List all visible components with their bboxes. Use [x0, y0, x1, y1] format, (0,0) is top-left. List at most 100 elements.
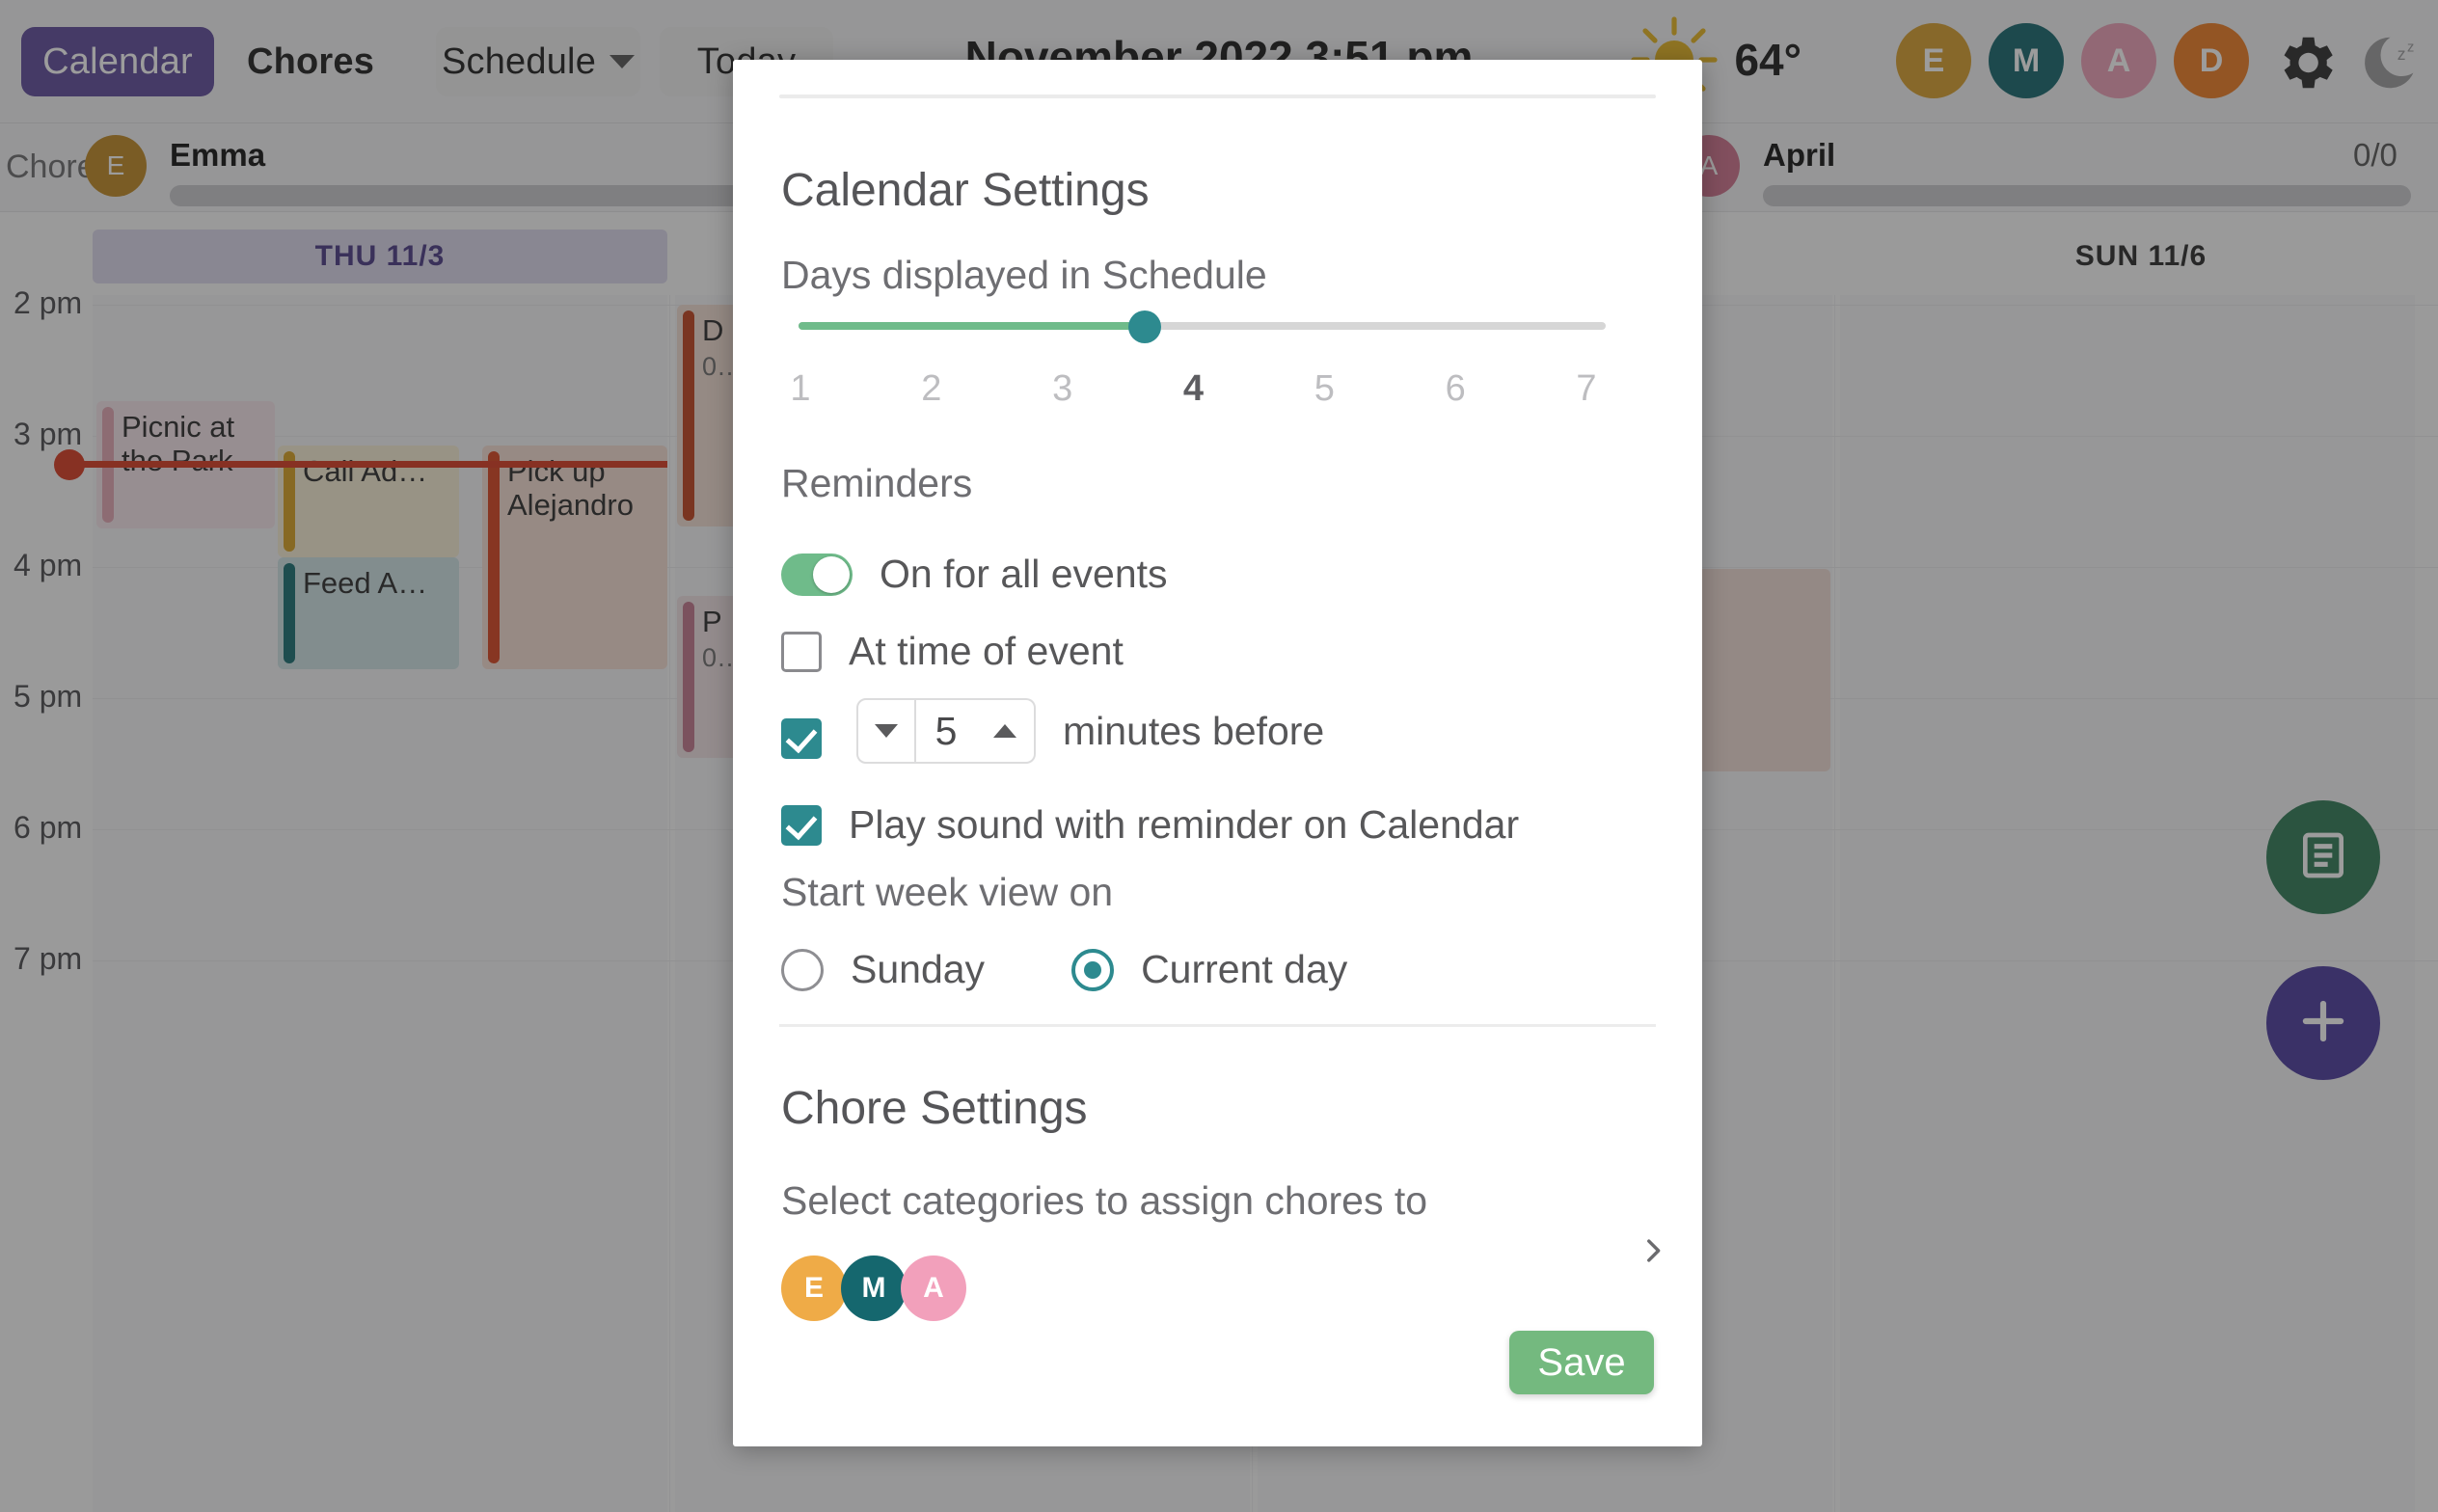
- start-week-option-current-day[interactable]: Current day: [1071, 947, 1347, 992]
- avatar[interactable]: A: [901, 1256, 966, 1321]
- current-time-line: [69, 461, 667, 468]
- reminders-toggle-row[interactable]: On for all events: [781, 552, 1168, 597]
- avatar[interactable]: E: [781, 1256, 847, 1321]
- start-week-option-sunday[interactable]: Sunday: [781, 947, 985, 992]
- avatar-initial: M: [2012, 41, 2041, 79]
- chore-person-name: April: [1763, 137, 1836, 173]
- avatar[interactable]: M: [841, 1256, 907, 1321]
- minutes-decrement-button[interactable]: [856, 698, 916, 764]
- add-fab-button[interactable]: [2266, 966, 2380, 1080]
- day-column-header[interactable]: THU 11/3: [93, 230, 667, 284]
- day-column-header[interactable]: SUN 11/6: [1871, 230, 2411, 284]
- avatar-initial: A: [2106, 41, 2131, 79]
- calendar-event-title: Feed A…: [303, 566, 428, 600]
- notes-fab-button[interactable]: [2266, 800, 2380, 914]
- calendar-event[interactable]: Pick up Alejandro: [482, 446, 667, 669]
- start-week-label: Start week view on: [781, 870, 1114, 914]
- calendar-event-title: D: [702, 313, 724, 347]
- play-sound-checkbox[interactable]: [781, 804, 822, 846]
- calendar-event-title: P: [702, 605, 722, 638]
- start-week-options: Sunday Current day: [781, 947, 1347, 992]
- current-time-dot: [54, 449, 85, 480]
- chevron-right-icon[interactable]: [1637, 1234, 1669, 1267]
- radio-current-day[interactable]: [1071, 948, 1115, 991]
- avatar-initial: A: [923, 1272, 944, 1304]
- minutes-before-row[interactable]: 5 minutes before: [781, 677, 1324, 764]
- play-sound-row[interactable]: Play sound with reminder on Calendar: [781, 802, 1519, 848]
- slider-tick[interactable]: 6: [1436, 368, 1475, 410]
- slider-tick[interactable]: 7: [1567, 368, 1606, 410]
- radio-sunday[interactable]: [781, 948, 824, 991]
- at-time-of-event-label: At time of event: [849, 629, 1124, 673]
- gear-icon[interactable]: [2272, 29, 2340, 96]
- avatar-initial: M: [861, 1272, 886, 1304]
- slider-tick[interactable]: 5: [1305, 368, 1343, 410]
- slider-tick[interactable]: 3: [1043, 368, 1082, 410]
- avatar-initial: E: [803, 1272, 824, 1304]
- select-categories-label: Select categories to assign chores to: [781, 1178, 1428, 1223]
- event-accent-bar: [683, 602, 694, 752]
- minutes-increment-button[interactable]: [976, 698, 1036, 764]
- event-accent-bar: [683, 310, 694, 521]
- avatar: E: [85, 135, 147, 197]
- reminders-toggle-label: On for all events: [880, 552, 1168, 596]
- calendar-event[interactable]: Feed A…: [278, 557, 459, 669]
- calendar-event[interactable]: [1697, 569, 1830, 771]
- avatar[interactable]: M: [1989, 23, 2064, 98]
- radio-sunday-label: Sunday: [851, 947, 986, 991]
- column-divider: [1834, 295, 1835, 1512]
- avatar[interactable]: A: [2081, 23, 2156, 98]
- slider-thumb[interactable]: [1128, 310, 1162, 343]
- avatar-initial: A: [1699, 150, 1719, 180]
- slider-tick[interactable]: 2: [912, 368, 951, 410]
- chore-count: 0/0: [2353, 137, 2397, 173]
- avatar-initial: E: [1922, 41, 1945, 79]
- radio-current-day-label: Current day: [1141, 947, 1348, 991]
- calendar-event-title: Call Ad…: [303, 454, 428, 488]
- moon-sleep-icon[interactable]: z z: [2355, 29, 2423, 96]
- slider-tick-selected[interactable]: 4: [1174, 368, 1212, 410]
- slider-fill: [799, 322, 1146, 330]
- reminders-label: Reminders: [781, 461, 973, 505]
- calendar-settings-dialog: Calendar Settings Days displayed in Sche…: [733, 60, 1702, 1446]
- column-divider: [669, 295, 670, 1512]
- day-column-label: THU 11/3: [314, 240, 446, 272]
- toolbar-avatar-row: E M A D: [1896, 23, 2249, 98]
- minutes-value[interactable]: 5: [916, 698, 976, 764]
- category-avatar-row[interactable]: E M A: [781, 1256, 966, 1321]
- reminders-toggle[interactable]: [781, 553, 853, 596]
- at-time-of-event-checkbox[interactable]: [781, 631, 822, 672]
- dialog-section-divider: [779, 1024, 1656, 1027]
- temperature-value: 64°: [1734, 35, 1801, 85]
- time-label: 4 pm: [14, 548, 83, 582]
- minutes-before-label: minutes before: [1063, 708, 1325, 753]
- time-label: 3 pm: [14, 417, 83, 451]
- toggle-knob: [813, 555, 850, 593]
- days-displayed-label: Days displayed in Schedule: [781, 253, 1267, 297]
- avatar-initial: E: [106, 150, 125, 180]
- avatar[interactable]: E: [1896, 23, 1971, 98]
- slider-tick-labels: 1 2 3 4 5 6 7: [781, 368, 1606, 410]
- time-label: 2 pm: [14, 285, 83, 320]
- save-button[interactable]: Save: [1509, 1331, 1654, 1394]
- chevron-down-icon: [875, 724, 898, 738]
- svg-text:z: z: [2407, 40, 2414, 55]
- time-label: 5 pm: [14, 679, 83, 714]
- day-column-label: SUN 11/6: [2074, 240, 2208, 272]
- chore-person-name: Emma: [170, 137, 266, 173]
- avatar[interactable]: D: [2174, 23, 2249, 98]
- minutes-stepper[interactable]: 5: [856, 698, 1036, 764]
- dialog-title: Calendar Settings: [781, 165, 1150, 216]
- slider-tick[interactable]: 1: [781, 368, 820, 410]
- save-button-label: Save: [1537, 1340, 1626, 1384]
- event-accent-bar: [488, 451, 500, 663]
- avatar-initial: D: [2199, 41, 2224, 79]
- svg-text:z: z: [2397, 44, 2406, 64]
- chore-settings-title: Chore Settings: [781, 1083, 1088, 1134]
- minutes-before-checkbox[interactable]: [781, 718, 822, 759]
- at-time-of-event-row[interactable]: At time of event: [781, 629, 1124, 674]
- notes-icon: [2296, 828, 2350, 887]
- time-label: 6 pm: [14, 810, 83, 845]
- event-accent-bar: [284, 563, 295, 663]
- chevron-up-icon: [993, 724, 1016, 738]
